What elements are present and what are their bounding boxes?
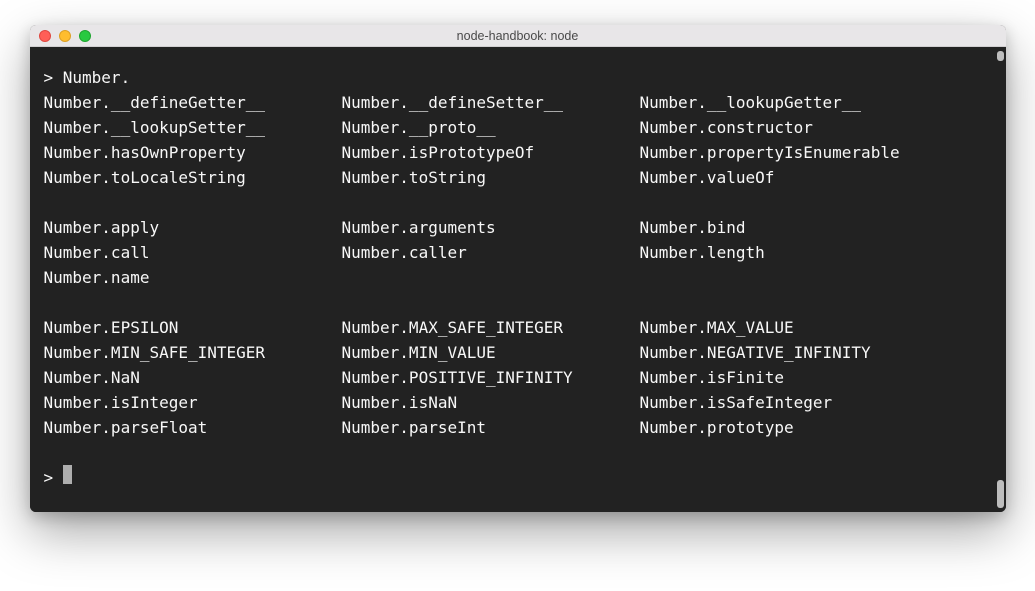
completion-item: Number.POSITIVE_INFINITY — [342, 365, 640, 390]
completion-row: Number.hasOwnPropertyNumber.isPrototypeO… — [44, 140, 992, 165]
completion-item: Number.toString — [342, 165, 640, 190]
completion-item: Number.EPSILON — [44, 315, 342, 340]
prompt-symbol: > — [44, 465, 63, 490]
completion-item: Number.NaN — [44, 365, 342, 390]
traffic-lights — [39, 30, 91, 42]
completion-item: Number.NEGATIVE_INFINITY — [640, 340, 871, 365]
maximize-icon[interactable] — [79, 30, 91, 42]
completion-item: Number.isInteger — [44, 390, 342, 415]
completion-item: Number.MAX_SAFE_INTEGER — [342, 315, 640, 340]
terminal-window: node-handbook: node > Number. Number.__d… — [30, 25, 1006, 512]
window-title: node-handbook: node — [30, 29, 1006, 43]
completion-row: Number.name — [44, 265, 992, 290]
completion-item: Number.MIN_VALUE — [342, 340, 640, 365]
titlebar[interactable]: node-handbook: node — [30, 25, 1006, 47]
completion-item: Number.__defineSetter__ — [342, 90, 640, 115]
completion-row: Number.__lookupSetter__Number.__proto__N… — [44, 115, 992, 140]
completion-item: Number.constructor — [640, 115, 813, 140]
completion-item: Number.__defineGetter__ — [44, 90, 342, 115]
completion-item: Number.apply — [44, 215, 342, 240]
completion-item: Number.bind — [640, 215, 746, 240]
completion-row: Number.__defineGetter__Number.__defineSe… — [44, 90, 992, 115]
scrollbar-thumb[interactable] — [997, 480, 1004, 508]
cursor-icon — [63, 465, 72, 484]
completion-row: Number.MIN_SAFE_INTEGERNumber.MIN_VALUEN… — [44, 340, 992, 365]
completion-item — [342, 265, 640, 290]
completion-item: Number.parseInt — [342, 415, 640, 440]
terminal-body[interactable]: > Number. Number.__defineGetter__Number.… — [30, 47, 1006, 512]
close-icon[interactable] — [39, 30, 51, 42]
completion-row: Number.toLocaleStringNumber.toStringNumb… — [44, 165, 992, 190]
completion-row: Number.callNumber.callerNumber.length — [44, 240, 992, 265]
completion-item: Number.__proto__ — [342, 115, 640, 140]
minimize-icon[interactable] — [59, 30, 71, 42]
completion-item: Number.hasOwnProperty — [44, 140, 342, 165]
prompt-symbol: > — [44, 65, 63, 90]
completion-item: Number.parseFloat — [44, 415, 342, 440]
completion-item: Number.MIN_SAFE_INTEGER — [44, 340, 342, 365]
completion-row: Number.applyNumber.argumentsNumber.bind — [44, 215, 992, 240]
completion-item: Number.__lookupGetter__ — [640, 90, 862, 115]
completion-item: Number.isPrototypeOf — [342, 140, 640, 165]
completion-item: Number.valueOf — [640, 165, 775, 190]
completion-item: Number.MAX_VALUE — [640, 315, 794, 340]
completion-item: Number.isNaN — [342, 390, 640, 415]
completion-item: Number.isFinite — [640, 365, 785, 390]
completion-item: Number.propertyIsEnumerable — [640, 140, 900, 165]
completion-item: Number.isSafeInteger — [640, 390, 833, 415]
completion-row: Number.NaNNumber.POSITIVE_INFINITYNumber… — [44, 365, 992, 390]
blank-line — [44, 290, 992, 315]
completion-item: Number.call — [44, 240, 342, 265]
completion-item: Number.arguments — [342, 215, 640, 240]
prompt-line: > Number. — [44, 65, 992, 90]
prompt-input: Number. — [63, 65, 130, 90]
scrollbar[interactable] — [996, 51, 1004, 508]
completion-item: Number.__lookupSetter__ — [44, 115, 342, 140]
completion-row: Number.parseFloatNumber.parseIntNumber.p… — [44, 415, 992, 440]
blank-line — [44, 190, 992, 215]
completion-item: Number.name — [44, 265, 342, 290]
completion-item: Number.length — [640, 240, 765, 265]
prompt-line: > — [44, 465, 992, 490]
completion-item: Number.prototype — [640, 415, 794, 440]
completion-item: Number.caller — [342, 240, 640, 265]
blank-line — [44, 440, 992, 465]
completion-item: Number.toLocaleString — [44, 165, 342, 190]
scrollbar-resize-handle[interactable] — [997, 51, 1004, 61]
completion-row: Number.isIntegerNumber.isNaNNumber.isSaf… — [44, 390, 992, 415]
completion-row: Number.EPSILONNumber.MAX_SAFE_INTEGERNum… — [44, 315, 992, 340]
